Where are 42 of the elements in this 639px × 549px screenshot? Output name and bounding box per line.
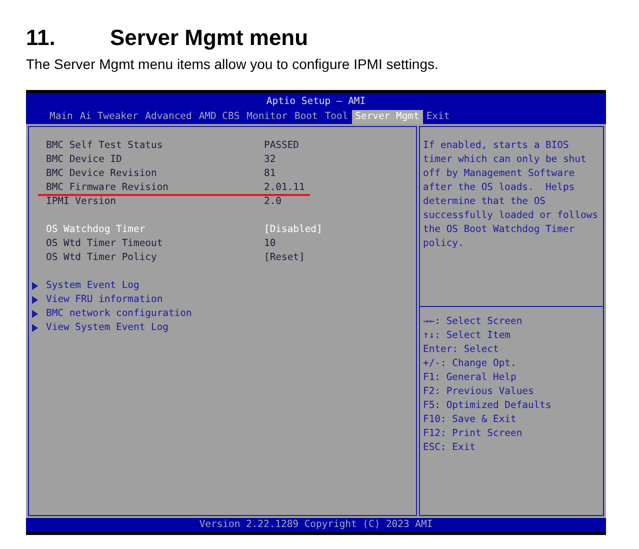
key-hint: F12: Print Screen (423, 427, 524, 441)
submenu-link[interactable]: View System Event Log (46, 321, 168, 335)
item-label: BMC Firmware Revision (46, 181, 170, 195)
item-label: BMC Device ID (46, 153, 123, 167)
item-label: BMC Device Revision (46, 167, 158, 181)
key-hint: ↑↓: Select Item (423, 329, 512, 343)
version-footer: Version 2.22.1289 Copyright (C) 2023 AMI (199, 518, 433, 532)
item-label: BMC Self Test Status (46, 139, 164, 153)
key-hint: ESC: Exit (423, 441, 476, 455)
menu-tab[interactable]: Monitor (243, 110, 291, 124)
key-hint: F2: Previous Values (423, 385, 535, 399)
help-text: If enabled, starts a BIOS timer which can only be shut off by Management Software after the OS loads. Helps determine that the OS successfully loaded or follows the OS Boot Watchdog Timer policy. (423, 139, 599, 251)
section-title: Server Mgmt menu (110, 24, 308, 52)
menu-tab[interactable]: AMD CBS (195, 110, 244, 124)
setting-label[interactable]: OS Wtd Timer Policy (46, 251, 264, 265)
intro-text: The Server Mgmt menu items allow you to configure IPMI settings. (26, 55, 440, 74)
setting-value[interactable]: 10 (264, 237, 276, 251)
item-value: PASSED (264, 139, 299, 153)
menu-tab[interactable]: Exit (422, 110, 454, 124)
item-label: IPMI Version (46, 195, 117, 209)
item-value: 32 (264, 153, 276, 167)
menu-tab[interactable]: Advanced (142, 110, 196, 124)
submenu-link[interactable]: System Event Log (46, 279, 140, 293)
key-hint: →←: Select Screen (423, 315, 524, 329)
key-hint: F1: General Help (423, 371, 518, 385)
submenu-link[interactable]: View FRU information (46, 293, 163, 307)
key-hint: F5: Optimized Defaults (423, 399, 552, 413)
key-hint: +/-: Change Opt. (423, 357, 518, 371)
setting-value[interactable]: [Reset] (264, 251, 305, 265)
menu-tab[interactable]: Tool (321, 110, 352, 124)
item-value: 81 (264, 167, 276, 181)
item-value: 2.0 (264, 195, 282, 209)
submenu-link[interactable]: BMC network configuration (46, 307, 192, 321)
key-hint: Enter: Select (423, 343, 500, 357)
menu-tab[interactable]: Boot (291, 110, 322, 124)
menu-tab[interactable]: Ai Tweaker (76, 110, 142, 124)
key-hint: F10: Save & Exit (423, 413, 518, 427)
section-number: 11. (26, 24, 56, 52)
setup-title: Aptio Setup – AMI (266, 95, 366, 109)
setting-label[interactable]: OS Wtd Timer Timeout (46, 237, 264, 251)
item-value: 2.01.11 (264, 181, 305, 195)
menu-tab[interactable]: Main (46, 110, 76, 124)
